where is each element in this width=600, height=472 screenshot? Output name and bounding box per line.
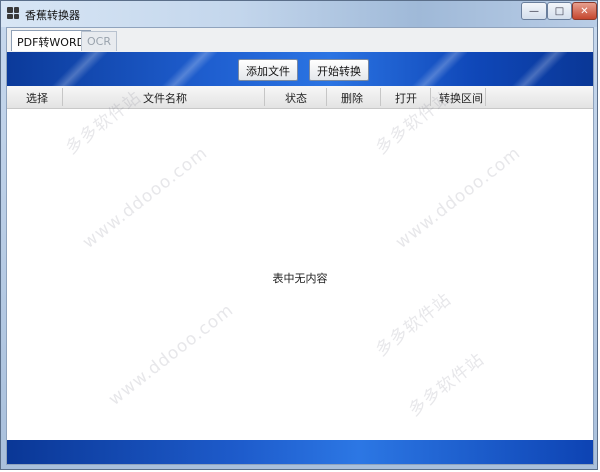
window-title: 香蕉转换器 <box>25 9 80 22</box>
column-divider[interactable] <box>62 88 63 106</box>
app-grid-icon <box>7 7 19 19</box>
toolbar-decoration <box>157 52 217 86</box>
toolbar-decoration <box>47 52 107 86</box>
app-window: 香蕉转换器 — □ ✕ PDF转WORD OCR 添加文件 开始转换 选择 文件… <box>0 0 598 470</box>
minimize-icon: — <box>529 5 539 17</box>
start-convert-button[interactable]: 开始转换 <box>309 59 369 81</box>
tab-pdf-to-word[interactable]: PDF转WORD <box>11 30 92 51</box>
table-header: 选择 文件名称 状态 删除 打开 转换区间 <box>7 86 593 109</box>
maximize-icon: □ <box>554 5 565 17</box>
empty-table-message: 表中无内容 <box>272 272 328 285</box>
column-header-status[interactable]: 状态 <box>285 90 307 106</box>
close-icon: ✕ <box>580 5 589 17</box>
maximize-button[interactable]: □ <box>547 2 572 20</box>
client-area: PDF转WORD OCR 添加文件 开始转换 选择 文件名称 状态 删除 打开 … <box>6 27 594 465</box>
watermark-text: 多多软件站 <box>405 349 489 421</box>
watermark-text: www.ddooo.com <box>392 142 525 253</box>
column-divider[interactable] <box>485 88 486 106</box>
column-header-select[interactable]: 选择 <box>26 90 48 106</box>
toolbar-decoration <box>507 52 567 86</box>
watermark-text: 多多软件站 <box>372 289 456 361</box>
column-header-delete[interactable]: 删除 <box>341 90 363 106</box>
watermark-text: www.ddooo.com <box>105 299 238 410</box>
column-divider[interactable] <box>380 88 381 106</box>
tab-strip: PDF转WORD OCR <box>7 28 593 52</box>
watermark-text: www.ddooo.com <box>79 142 212 253</box>
close-button[interactable]: ✕ <box>572 2 597 20</box>
toolbar: 添加文件 开始转换 <box>7 52 593 86</box>
column-divider[interactable] <box>326 88 327 106</box>
column-divider[interactable] <box>264 88 265 106</box>
title-bar[interactable]: 香蕉转换器 — □ ✕ <box>1 1 597 27</box>
file-table-body[interactable]: 多多软件站 www.ddooo.com www.ddooo.com 多多软件站 … <box>7 88 593 441</box>
column-header-filename[interactable]: 文件名称 <box>143 90 187 106</box>
toolbar-decoration <box>407 52 467 86</box>
tab-ocr[interactable]: OCR <box>81 31 117 51</box>
footer-bar <box>7 440 593 464</box>
minimize-button[interactable]: — <box>521 2 547 20</box>
add-file-button[interactable]: 添加文件 <box>238 59 298 81</box>
